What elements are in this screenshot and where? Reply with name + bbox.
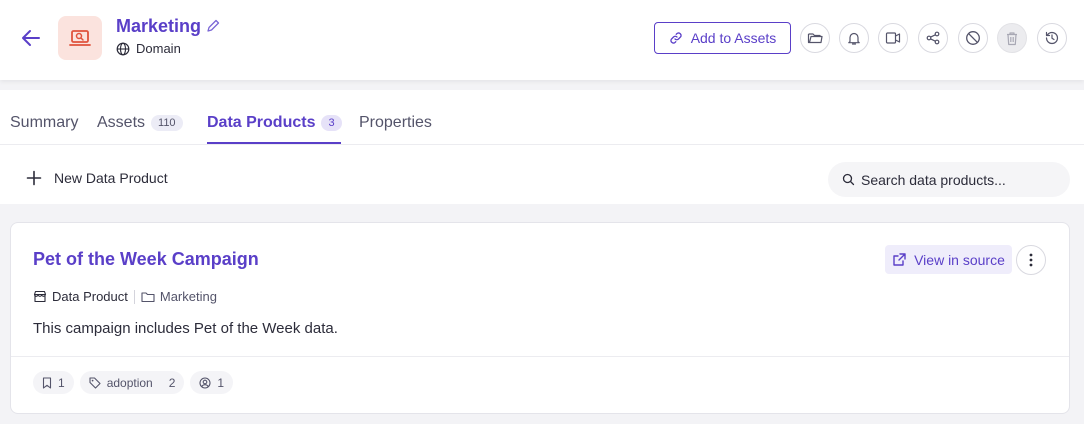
new-data-product-label: New Data Product	[54, 170, 168, 186]
breadcrumb[interactable]: Marketing	[141, 289, 217, 304]
share-icon	[926, 31, 940, 45]
bell-icon	[847, 31, 861, 46]
view-in-source-button[interactable]: View in source	[885, 245, 1012, 274]
card-chips: 1 adoption 2 1	[33, 371, 234, 394]
tab-count-badge: 110	[151, 115, 183, 131]
folder-button[interactable]	[800, 23, 830, 53]
bookmark-icon	[42, 376, 52, 389]
tab-summary[interactable]: Summary	[10, 114, 78, 132]
tab-label: Assets	[97, 114, 146, 131]
user-circle-icon	[199, 376, 211, 389]
divider	[133, 289, 135, 304]
divider	[0, 144, 1084, 145]
bookmark-count: 1	[58, 375, 65, 390]
history-icon	[1044, 30, 1060, 46]
card-meta: Data Product Marketing	[33, 289, 217, 304]
data-product-title[interactable]: Pet of the Week Campaign	[33, 249, 259, 270]
entity-header: Marketing Domain Add to Assets	[0, 0, 1084, 80]
more-options-button[interactable]	[1016, 245, 1046, 275]
entity-type-label: Domain	[136, 41, 181, 56]
plus-icon	[26, 170, 42, 186]
share-button[interactable]	[918, 23, 948, 53]
add-to-assets-label: Add to Assets	[690, 30, 777, 46]
tab-properties[interactable]: Properties	[359, 114, 432, 132]
divider	[11, 356, 1069, 357]
owner-count: 1	[217, 375, 225, 390]
tag-icon	[89, 376, 101, 389]
pencil-icon[interactable]	[205, 18, 221, 34]
breadcrumb-label: Marketing	[159, 289, 217, 304]
data-product-card[interactable]: Pet of the Week Campaign View in source …	[10, 222, 1070, 414]
entity-type-tag: Data Product	[33, 289, 128, 304]
add-to-assets-button[interactable]: Add to Assets	[654, 22, 791, 54]
external-link-icon	[892, 252, 907, 267]
share-screen-button[interactable]	[878, 23, 908, 53]
more-vertical-icon	[1029, 253, 1033, 267]
tag-count: 2	[168, 375, 176, 390]
notifications-button[interactable]	[839, 23, 869, 53]
search-input[interactable]	[861, 171, 1061, 188]
share-screen-icon	[885, 31, 901, 45]
block-icon	[965, 30, 981, 46]
data-product-description: This campaign includes Pet of the Week d…	[33, 320, 338, 337]
tab-count-badge: 3	[321, 115, 342, 131]
entity-type: Domain	[116, 41, 181, 56]
delete-button[interactable]	[997, 23, 1027, 53]
page-title: Marketing	[116, 16, 202, 36]
view-in-source-label: View in source	[914, 251, 1005, 268]
deprecate-button[interactable]	[958, 23, 988, 53]
back-arrow-icon[interactable]	[18, 26, 44, 50]
domain-icon	[58, 16, 102, 60]
tag-name: adoption	[106, 375, 153, 390]
history-button[interactable]	[1037, 23, 1067, 53]
tabs-area: Summary Assets 110 Data Products 3 Prope…	[0, 90, 1084, 204]
globe-icon	[116, 42, 130, 56]
tab-data-products[interactable]: Data Products 3	[207, 114, 342, 132]
link-icon	[669, 31, 683, 45]
search-icon	[842, 173, 855, 186]
bookmark-chip[interactable]: 1	[33, 371, 74, 394]
tab-label: Properties	[359, 114, 432, 131]
search-box	[828, 162, 1070, 197]
tab-assets[interactable]: Assets 110	[97, 114, 183, 132]
tag-chip[interactable]: adoption 2	[79, 371, 185, 394]
tab-label: Data Products	[207, 114, 316, 131]
folder-icon	[807, 31, 823, 45]
entity-type-label: Data Product	[52, 289, 128, 304]
trash-icon	[1005, 31, 1019, 46]
tab-label: Summary	[10, 114, 79, 131]
folder-icon	[141, 291, 155, 303]
owner-chip[interactable]: 1	[190, 371, 234, 394]
new-data-product-button[interactable]: New Data Product	[26, 170, 168, 186]
store-icon	[33, 290, 47, 303]
